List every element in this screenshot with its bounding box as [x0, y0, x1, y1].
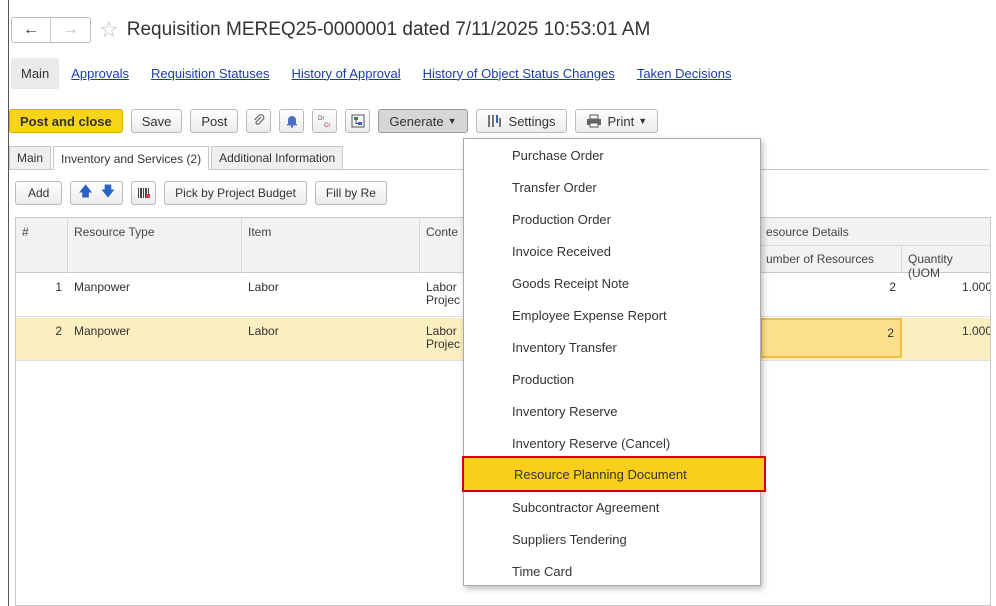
- generate-dropdown-button[interactable]: Generate ▼: [378, 109, 468, 133]
- command-bar: Post and close Save Post Dr Cr Generate ▼…: [9, 108, 989, 134]
- structure-button[interactable]: [345, 109, 371, 133]
- cell-number-of-resources: 2: [889, 280, 896, 294]
- generate-label: Generate: [389, 113, 444, 129]
- cell-quantity: 1.000: [961, 324, 991, 338]
- column-header-resource-details[interactable]: esource Details: [760, 218, 990, 245]
- favorite-star-icon[interactable]: ☆: [99, 19, 119, 41]
- tab-history-of-object-status-changes[interactable]: History of Object Status Changes: [413, 58, 625, 89]
- column-header-resource-type[interactable]: Resource Type: [68, 218, 242, 273]
- forward-arrow-icon[interactable]: →: [51, 18, 90, 42]
- fill-by-button[interactable]: Fill by Re: [314, 181, 387, 205]
- menu-item-resource-planning-document[interactable]: Resource Planning Document: [462, 456, 766, 492]
- caret-down-icon: ▼: [638, 116, 648, 126]
- tab-history-of-approval[interactable]: History of Approval: [282, 58, 411, 89]
- menu-item-inventory-reserve-cancel[interactable]: Inventory Reserve (Cancel): [464, 427, 760, 459]
- cell-num: 1: [55, 280, 62, 294]
- menu-item-subcontractor-agreement[interactable]: Subcontractor Agreement: [464, 491, 760, 523]
- svg-text:Dr: Dr: [318, 116, 324, 122]
- tab-requisition-statuses[interactable]: Requisition Statuses: [141, 58, 280, 89]
- column-header-quantity[interactable]: Quantity (UOM: [902, 245, 990, 280]
- arrow-down-icon[interactable]: 🡇: [101, 181, 115, 205]
- menu-item-goods-receipt-note[interactable]: Goods Receipt Note: [464, 267, 760, 299]
- pick-by-project-budget-button[interactable]: Pick by Project Budget: [164, 181, 307, 205]
- generate-menu: Purchase Order Transfer Order Production…: [462, 138, 766, 587]
- bell-icon: [286, 116, 297, 128]
- title-bar: ← → ☆ Requisition MEREQ25-0000001 dated …: [9, 12, 989, 48]
- cell-resource-type: Manpower: [74, 280, 131, 294]
- menu-item-production-order[interactable]: Production Order: [464, 203, 760, 235]
- print-label: Print: [607, 113, 635, 129]
- cell-num: 2: [55, 324, 62, 338]
- menu-item-production[interactable]: Production: [464, 363, 760, 395]
- post-button[interactable]: Post: [190, 109, 239, 133]
- menu-item-inventory-reserve[interactable]: Inventory Reserve: [464, 395, 760, 427]
- form-tab-inventory-and-services[interactable]: Inventory and Services (2): [53, 146, 210, 170]
- caret-down-icon: ▼: [447, 116, 457, 126]
- column-header-number-of-resources[interactable]: umber of Resources: [760, 245, 902, 273]
- menu-item-time-card[interactable]: Time Card: [464, 555, 760, 587]
- settings-tools-icon: [487, 115, 501, 127]
- menu-item-transfer-order[interactable]: Transfer Order: [464, 171, 760, 203]
- cell-number-of-resources[interactable]: 2: [760, 318, 902, 358]
- add-row-button[interactable]: Add: [15, 181, 63, 205]
- accounting-entries-button[interactable]: Dr Cr: [312, 109, 338, 133]
- back-arrow-icon[interactable]: ←: [12, 18, 51, 42]
- menu-item-invoice-received[interactable]: Invoice Received: [464, 235, 760, 267]
- tab-approvals[interactable]: Approvals: [61, 58, 139, 89]
- column-header-item[interactable]: Item: [242, 218, 420, 273]
- barcode-icon: [137, 188, 150, 198]
- post-and-close-button[interactable]: Post and close: [9, 109, 123, 133]
- cell-item: Labor: [248, 324, 279, 338]
- cell-resource-type: Manpower: [74, 324, 131, 338]
- move-rows-button[interactable]: 🡅 🡇: [70, 181, 124, 205]
- menu-item-purchase-order[interactable]: Purchase Order: [464, 139, 760, 171]
- dr-cr-icon: DrCr: [318, 116, 330, 129]
- printer-icon: [586, 114, 601, 128]
- print-dropdown-button[interactable]: Print ▼: [574, 109, 659, 133]
- svg-text:Cr: Cr: [324, 123, 330, 129]
- attachment-button[interactable]: [246, 109, 272, 133]
- top-tabs: Main Approvals Requisition Statuses Hist…: [9, 56, 989, 90]
- cell-quantity: 1.000: [961, 280, 991, 294]
- settings-label: Settings: [508, 113, 556, 129]
- cell-item: Labor: [248, 280, 279, 294]
- tab-main[interactable]: Main: [11, 57, 60, 89]
- menu-item-inventory-transfer[interactable]: Inventory Transfer: [464, 331, 760, 363]
- tab-taken-decisions[interactable]: Taken Decisions: [627, 58, 742, 89]
- menu-item-employee-expense-report[interactable]: Employee Expense Report: [464, 299, 760, 331]
- save-button[interactable]: Save: [130, 109, 183, 133]
- form-tab-main[interactable]: Main: [9, 146, 52, 169]
- column-header-num[interactable]: #: [16, 218, 68, 273]
- navigation-buttons: ← →: [11, 17, 91, 43]
- settings-button[interactable]: Settings: [475, 109, 567, 133]
- page-title: Requisition MEREQ25-0000001 dated 7/11/2…: [126, 19, 651, 40]
- menu-item-suppliers-tendering[interactable]: Suppliers Tendering: [464, 523, 760, 555]
- paperclip-icon: [253, 114, 265, 125]
- form-tab-additional-information[interactable]: Additional Information: [211, 146, 344, 169]
- barcode-button[interactable]: [131, 181, 157, 205]
- reminder-button[interactable]: [279, 109, 305, 133]
- hierarchy-icon: [351, 114, 365, 128]
- arrow-up-icon[interactable]: 🡅: [78, 181, 92, 205]
